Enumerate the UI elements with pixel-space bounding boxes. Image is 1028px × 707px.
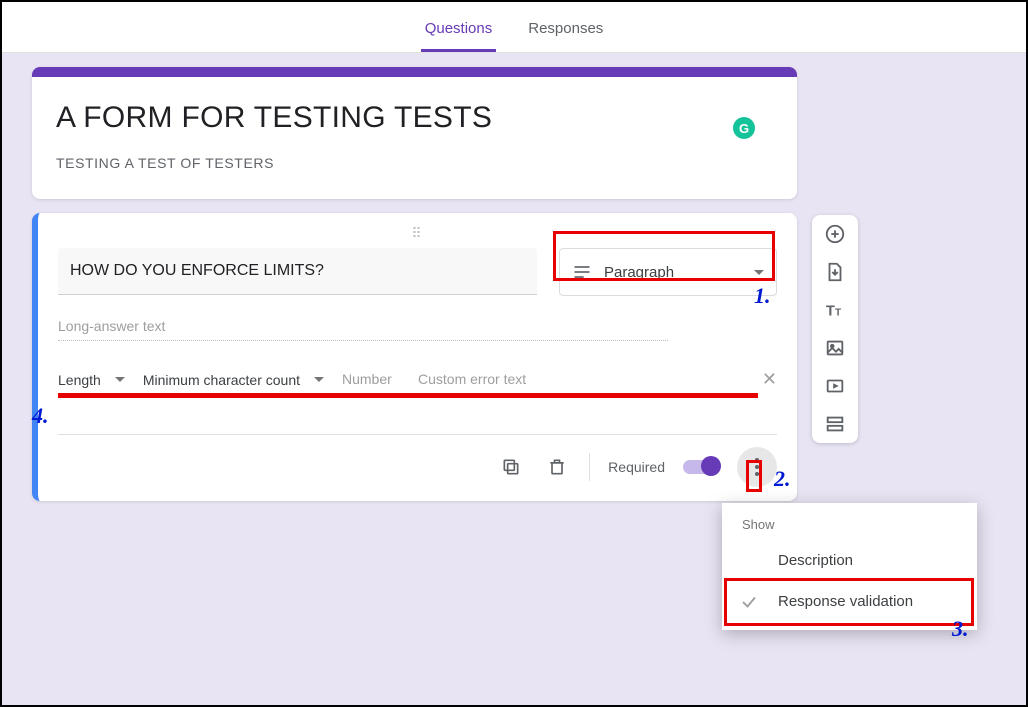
add-section-button[interactable] — [824, 413, 846, 435]
validation-row: Length Minimum character count ✕ — [58, 367, 777, 392]
svg-text:T: T — [826, 304, 835, 320]
validation-kind-label: Length — [58, 372, 101, 388]
image-icon — [824, 337, 846, 359]
drag-handle-icon[interactable]: ⠿ — [58, 225, 777, 242]
form-description[interactable]: TESTING A TEST OF TESTERS — [56, 155, 773, 171]
video-icon — [824, 375, 846, 397]
tab-responses[interactable]: Responses — [524, 12, 607, 52]
side-toolbar: TT — [812, 215, 858, 443]
paragraph-icon — [572, 262, 592, 282]
duplicate-button[interactable] — [497, 453, 525, 481]
long-answer-placeholder: Long-answer text — [58, 318, 668, 341]
form-canvas: A FORM FOR TESTING TESTS TESTING A TEST … — [2, 53, 1026, 705]
question-card: ⠿ Paragraph Long-answer text Length Mini… — [32, 213, 797, 501]
popup-item-description[interactable]: Description — [722, 540, 977, 581]
form-title[interactable]: A FORM FOR TESTING TESTS — [56, 101, 773, 135]
chevron-down-icon — [115, 377, 125, 382]
check-icon — [740, 593, 758, 611]
validation-number-input[interactable] — [342, 367, 400, 392]
import-questions-button[interactable] — [824, 261, 846, 283]
question-type-select[interactable]: Paragraph — [559, 248, 777, 296]
form-header-card: A FORM FOR TESTING TESTS TESTING A TEST … — [32, 67, 797, 199]
svg-text:T: T — [835, 308, 842, 319]
plus-circle-icon — [824, 223, 846, 245]
separator — [589, 453, 590, 481]
validation-kind-select[interactable]: Length — [58, 372, 125, 388]
tab-questions[interactable]: Questions — [421, 12, 497, 52]
import-icon — [824, 261, 846, 283]
tab-bar: Questions Responses — [2, 2, 1026, 53]
grammarly-badge-icon[interactable]: G — [733, 117, 755, 139]
add-title-button[interactable]: TT — [824, 299, 846, 321]
popup-heading: Show — [722, 517, 977, 540]
add-video-button[interactable] — [824, 375, 846, 397]
more-options-button[interactable] — [737, 447, 777, 487]
question-title-input[interactable] — [58, 248, 537, 295]
chevron-down-icon — [314, 377, 324, 382]
chevron-down-icon — [754, 270, 764, 275]
more-options-popup: Show Description Response validation — [722, 503, 977, 630]
popup-item-response-validation[interactable]: Response validation — [722, 581, 977, 622]
required-toggle[interactable] — [683, 460, 719, 474]
more-vertical-icon — [755, 458, 759, 476]
delete-button[interactable] — [543, 453, 571, 481]
section-icon — [824, 413, 846, 435]
question-footer: Required — [58, 434, 777, 487]
add-question-button[interactable] — [824, 223, 846, 245]
required-label: Required — [608, 459, 665, 475]
trash-icon — [547, 457, 567, 477]
validation-error-text-input[interactable] — [418, 367, 568, 392]
validation-remove-icon[interactable]: ✕ — [762, 369, 777, 390]
add-image-button[interactable] — [824, 337, 846, 359]
duplicate-icon — [501, 457, 521, 477]
validation-rule-label: Minimum character count — [143, 372, 300, 388]
title-icon: TT — [824, 299, 846, 321]
validation-rule-select[interactable]: Minimum character count — [143, 372, 324, 388]
question-type-label: Paragraph — [604, 264, 742, 281]
